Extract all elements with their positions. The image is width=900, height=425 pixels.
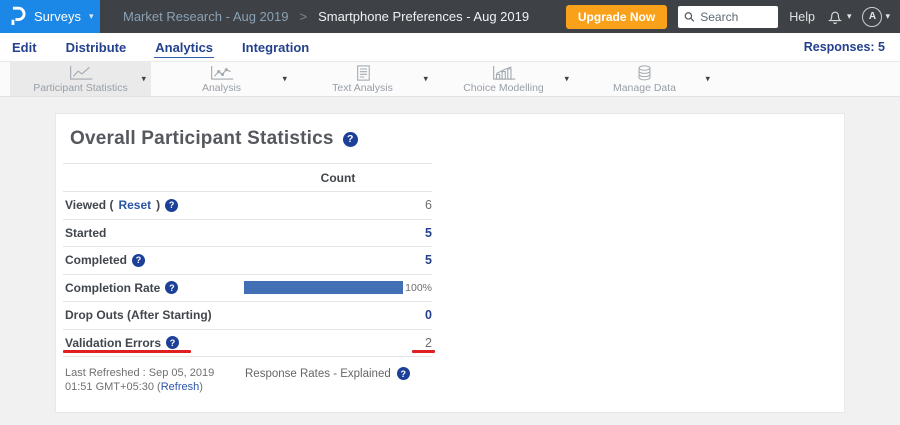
count-column-header: Count xyxy=(244,171,432,185)
document-icon xyxy=(354,65,372,81)
breadcrumb-separator-icon: > xyxy=(299,9,307,24)
completion-rate-bar-fill xyxy=(244,281,403,294)
help-icon[interactable]: ? xyxy=(165,199,178,212)
questionpro-logo xyxy=(9,5,26,28)
row-value: 5 xyxy=(405,226,432,240)
app: { "glyphs": { "caret": "▾", "breadcrumb_… xyxy=(0,0,900,425)
avatar: A xyxy=(862,7,882,27)
row-label: Completed xyxy=(65,253,127,267)
chevron-down-icon[interactable]: ▾ xyxy=(705,75,710,84)
row-label: Drop Outs (After Starting) xyxy=(65,308,212,322)
annotation-underline-value xyxy=(412,350,435,353)
breadcrumb-current: Smartphone Preferences - Aug 2019 xyxy=(318,9,529,24)
completion-rate-bar xyxy=(244,281,403,294)
topbar-actions: Upgrade Now Help ▾ A ▾ xyxy=(566,5,900,29)
help-link[interactable]: Help xyxy=(789,10,815,24)
chevron-down-icon: ▾ xyxy=(885,12,890,21)
nav-item-edit[interactable]: Edit xyxy=(11,37,38,57)
row-label-suffix: ) xyxy=(156,198,160,212)
row-value: 5 xyxy=(405,253,432,267)
notifications-button[interactable]: ▾ xyxy=(826,7,852,26)
help-icon[interactable]: ? xyxy=(132,254,145,267)
statistics-table: Count Viewed ( Reset ) ? 6 Started 5 xyxy=(63,163,432,357)
row-value: 0 xyxy=(405,308,432,322)
page-title: Overall Participant Statistics xyxy=(70,128,334,150)
nav-item-integration[interactable]: Integration xyxy=(241,37,310,57)
account-menu[interactable]: A ▾ xyxy=(862,7,890,27)
search-icon xyxy=(684,11,695,23)
product-menu-label: Surveys xyxy=(34,9,81,24)
row-label: Validation Errors xyxy=(65,336,161,350)
last-refreshed-suffix: ) xyxy=(199,381,203,393)
row-label: Started xyxy=(65,226,106,240)
participant-statistics-card: Overall Participant Statistics ? Count V… xyxy=(55,113,845,413)
nav-item-analytics[interactable]: Analytics xyxy=(154,37,214,58)
tab-label: Participant Statistics xyxy=(33,82,128,94)
response-rates-label: Response Rates - Explained xyxy=(245,368,391,380)
tab-label: Manage Data xyxy=(613,82,676,94)
response-rates-explained: Response Rates - Explained ? xyxy=(245,366,410,381)
nav-item-distribute[interactable]: Distribute xyxy=(65,37,128,57)
chevron-down-icon[interactable]: ▾ xyxy=(282,75,287,84)
survey-nav: Edit Distribute Analytics Integration Re… xyxy=(0,33,900,61)
help-icon[interactable]: ? xyxy=(166,336,179,349)
analytics-toolbar: Participant Statistics ▾ Analysis ▾ Text… xyxy=(0,61,900,97)
responses-count[interactable]: Responses: 5 xyxy=(804,40,885,54)
chevron-down-icon: ▾ xyxy=(89,12,94,21)
tab-manage-data[interactable]: Manage Data ▾ xyxy=(574,62,715,96)
analysis-chart-icon xyxy=(209,65,235,81)
help-icon[interactable]: ? xyxy=(165,281,178,294)
help-icon[interactable]: ? xyxy=(343,132,358,147)
breadcrumb: Market Research - Aug 2019 > Smartphone … xyxy=(123,9,529,24)
table-row-drop-outs: Drop Outs (After Starting) 0 xyxy=(63,302,432,330)
product-switcher[interactable]: Surveys ▾ xyxy=(0,0,100,33)
refresh-link[interactable]: Refresh xyxy=(161,381,200,393)
line-chart-icon xyxy=(68,65,94,81)
chevron-down-icon[interactable]: ▾ xyxy=(141,75,146,84)
tab-analysis[interactable]: Analysis ▾ xyxy=(151,62,292,96)
annotation-underline-label xyxy=(63,350,191,353)
row-value: 100% xyxy=(405,282,432,294)
bell-icon xyxy=(826,7,844,26)
upgrade-now-button[interactable]: Upgrade Now xyxy=(566,5,667,29)
reset-link[interactable]: Reset xyxy=(118,198,151,212)
row-label: Viewed ( xyxy=(65,198,113,212)
tab-text-analysis[interactable]: Text Analysis ▾ xyxy=(292,62,433,96)
search-box[interactable] xyxy=(678,6,778,28)
table-row-validation-errors: Validation Errors ? 2 xyxy=(63,330,432,358)
help-icon[interactable]: ? xyxy=(397,367,410,380)
table-row-viewed: Viewed ( Reset ) ? 6 xyxy=(63,192,432,220)
table-row-completed: Completed ? 5 xyxy=(63,247,432,275)
tab-label: Text Analysis xyxy=(332,82,393,94)
search-input[interactable] xyxy=(700,10,772,24)
tab-label: Choice Modelling xyxy=(463,82,544,94)
tab-participant-statistics[interactable]: Participant Statistics ▾ xyxy=(10,62,151,96)
chevron-down-icon[interactable]: ▾ xyxy=(423,75,428,84)
row-label: Completion Rate xyxy=(65,281,160,295)
tab-label: Analysis xyxy=(202,82,241,94)
breadcrumb-parent[interactable]: Market Research - Aug 2019 xyxy=(123,9,288,24)
database-icon xyxy=(636,65,653,81)
chevron-down-icon[interactable]: ▾ xyxy=(564,75,569,84)
bar-chart-icon xyxy=(491,65,517,81)
table-header-row: Count xyxy=(63,164,432,192)
topbar: Surveys ▾ Market Research - Aug 2019 > S… xyxy=(0,0,900,33)
tab-choice-modelling[interactable]: Choice Modelling ▾ xyxy=(433,62,574,96)
table-row-started: Started 5 xyxy=(63,220,432,248)
page: Overall Participant Statistics ? Count V… xyxy=(0,97,900,425)
row-value: 2 xyxy=(405,336,432,350)
card-footer: Last Refreshed : Sep 05, 2019 01:51 GMT+… xyxy=(63,366,824,394)
chevron-down-icon: ▾ xyxy=(847,12,852,21)
row-value: 6 xyxy=(405,198,432,212)
table-row-completion-rate: Completion Rate ? 100% xyxy=(63,275,432,303)
last-refreshed-text: Last Refreshed : Sep 05, 2019 01:51 GMT+… xyxy=(65,366,237,394)
